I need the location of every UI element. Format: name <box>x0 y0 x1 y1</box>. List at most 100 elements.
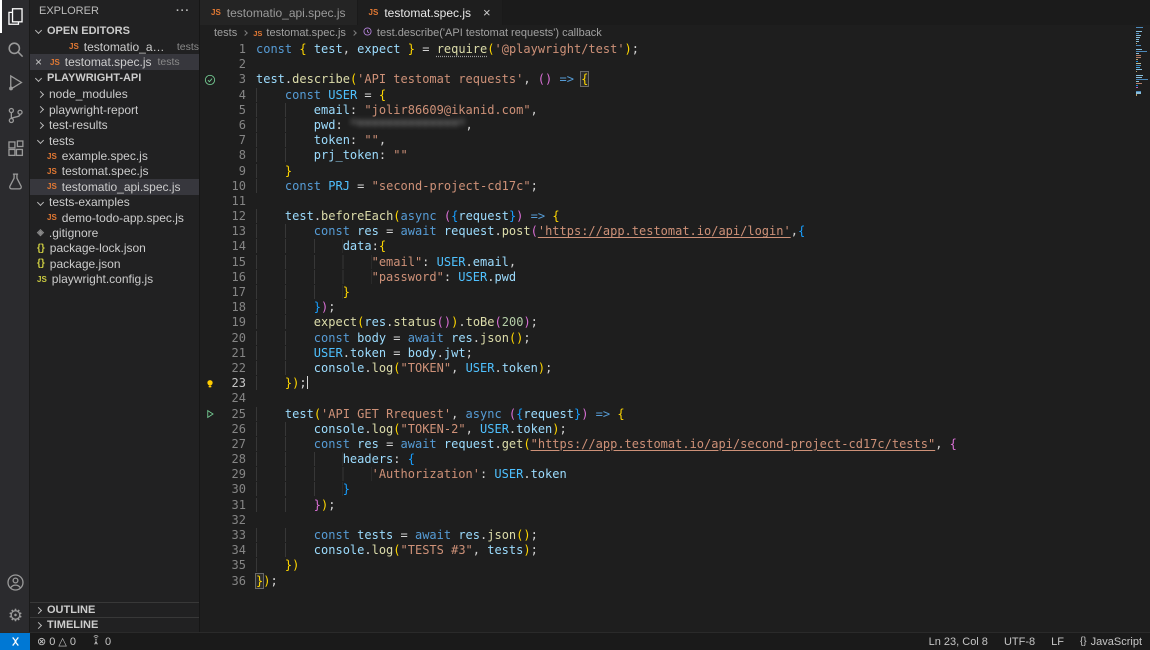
code-line[interactable]: 31 }); <box>200 498 1150 513</box>
line-number[interactable]: 9 <box>220 164 246 179</box>
code-line[interactable]: 29 'Authorization': USER.token <box>200 467 1150 482</box>
minimap[interactable] <box>1136 27 1149 98</box>
code-line[interactable]: 18 }); <box>200 300 1150 315</box>
language-mode[interactable]: {}JavaScript <box>1072 633 1150 650</box>
file-item[interactable]: {}package.json <box>30 256 199 271</box>
remote-indicator[interactable] <box>0 633 30 650</box>
code-line[interactable]: 1const { test, expect } = require('@play… <box>200 42 1150 57</box>
code-line[interactable]: 24 <box>200 391 1150 406</box>
line-number[interactable]: 25 <box>220 407 246 422</box>
code-line[interactable]: 35 }) <box>200 558 1150 573</box>
problems-indicator[interactable]: ⊗0△0 <box>30 633 83 650</box>
code-line[interactable]: 11 <box>200 194 1150 209</box>
file-item[interactable]: ◈.gitignore <box>30 225 199 240</box>
code-line[interactable]: 26 console.log("TOKEN-2", USER.token); <box>200 422 1150 437</box>
line-number[interactable]: 30 <box>220 482 246 497</box>
line-number[interactable]: 20 <box>220 331 246 346</box>
explorer-icon[interactable] <box>0 0 29 33</box>
line-number[interactable]: 7 <box>220 133 246 148</box>
close-icon[interactable]: × <box>483 5 491 20</box>
line-number[interactable]: 16 <box>220 270 246 285</box>
project-header[interactable]: PLAYWRIGHT-API <box>30 70 199 87</box>
more-actions-icon[interactable]: ··· <box>176 5 190 17</box>
folder-item[interactable]: playwright-report <box>30 102 199 117</box>
code-line[interactable]: 13 const res = await request.post('https… <box>200 224 1150 239</box>
line-number[interactable]: 6 <box>220 118 246 133</box>
line-number[interactable]: 28 <box>220 452 246 467</box>
file-item[interactable]: JStestomat.spec.js <box>30 164 199 179</box>
editor-tab[interactable]: JStestomatio_api.spec.js <box>200 0 358 25</box>
line-number[interactable]: 15 <box>220 255 246 270</box>
line-number[interactable]: 14 <box>220 239 246 254</box>
code-line[interactable]: 9 } <box>200 164 1150 179</box>
line-number[interactable]: 13 <box>220 224 246 239</box>
cursor-position[interactable]: Ln 23, Col 8 <box>921 633 996 650</box>
code-line[interactable]: 19 expect(res.status()).toBe(200); <box>200 315 1150 330</box>
line-number[interactable]: 27 <box>220 437 246 452</box>
line-number[interactable]: 24 <box>220 391 246 406</box>
file-item[interactable]: JSplaywright.config.js <box>30 271 199 286</box>
code-line[interactable]: 21 USER.token = body.jwt; <box>200 346 1150 361</box>
editor-tab[interactable]: JStestomat.spec.js× <box>358 0 503 25</box>
line-number[interactable]: 34 <box>220 543 246 558</box>
line-number[interactable]: 31 <box>220 498 246 513</box>
line-number[interactable]: 23 <box>220 376 246 391</box>
source-control-icon[interactable] <box>0 99 29 132</box>
code-line[interactable]: 34 console.log("TESTS #3", tests); <box>200 543 1150 558</box>
code-line[interactable]: 23 }); <box>200 376 1150 391</box>
code-line[interactable]: 15 "email": USER.email, <box>200 255 1150 270</box>
code-line[interactable]: 33 const tests = await res.json(); <box>200 528 1150 543</box>
line-number[interactable]: 29 <box>220 467 246 482</box>
line-number[interactable]: 11 <box>220 194 246 209</box>
open-editors-header[interactable]: OPEN EDITORS <box>30 22 199 39</box>
code-line[interactable]: 20 const body = await res.json(); <box>200 331 1150 346</box>
code-line[interactable]: 2 <box>200 57 1150 72</box>
line-number[interactable]: 36 <box>220 574 246 589</box>
open-editor-item[interactable]: ×JStestomat.spec.jstests <box>30 54 199 69</box>
timeline-header[interactable]: TIMELINE <box>30 617 199 632</box>
account-icon[interactable] <box>0 566 29 599</box>
code-line[interactable]: 36}); <box>200 574 1150 589</box>
folder-item[interactable]: tests <box>30 133 199 148</box>
code-line[interactable]: 25 test('API GET Rrequest', async ({requ… <box>200 407 1150 422</box>
line-number[interactable]: 26 <box>220 422 246 437</box>
line-number[interactable]: 4 <box>220 88 246 103</box>
folder-item[interactable]: node_modules <box>30 87 199 102</box>
line-number[interactable]: 3 <box>220 72 246 87</box>
file-item[interactable]: {}package-lock.json <box>30 241 199 256</box>
open-editor-item[interactable]: JStestomatio_api.spec.jstests <box>30 39 199 54</box>
code-line[interactable]: 3test.describe('API testomat requests', … <box>200 72 1150 87</box>
run-debug-icon[interactable] <box>0 66 29 99</box>
code-line[interactable]: 32 <box>200 513 1150 528</box>
file-item[interactable]: JSexample.spec.js <box>30 148 199 163</box>
search-icon[interactable] <box>0 33 29 66</box>
line-number[interactable]: 22 <box>220 361 246 376</box>
code-line[interactable]: 4 const USER = { <box>200 88 1150 103</box>
code-line[interactable]: 30 } <box>200 482 1150 497</box>
close-icon[interactable]: × <box>35 55 47 69</box>
breadcrumb-item[interactable]: test.describe('API testomat requests') c… <box>362 26 602 40</box>
folder-item[interactable]: test-results <box>30 118 199 133</box>
line-number[interactable]: 35 <box>220 558 246 573</box>
lightbulb-icon[interactable] <box>200 376 220 391</box>
code-line[interactable]: 5 email: "jolir86609@ikanid.com", <box>200 103 1150 118</box>
line-number[interactable]: 2 <box>220 57 246 72</box>
line-number[interactable]: 17 <box>220 285 246 300</box>
line-number[interactable]: 8 <box>220 148 246 163</box>
encoding[interactable]: UTF-8 <box>996 633 1043 650</box>
line-number[interactable]: 5 <box>220 103 246 118</box>
file-item[interactable]: JSdemo-todo-app.spec.js <box>30 210 199 225</box>
settings-icon[interactable]: ⚙ <box>0 599 29 632</box>
extensions-icon[interactable] <box>0 132 29 165</box>
code-line[interactable]: 14 data:{ <box>200 239 1150 254</box>
outline-header[interactable]: OUTLINE <box>30 602 199 617</box>
ports-indicator[interactable]: 0 <box>83 633 118 650</box>
folder-item[interactable]: tests-examples <box>30 195 199 210</box>
line-number[interactable]: 1 <box>220 42 246 57</box>
breadcrumb-item[interactable]: JStestomat.spec.js <box>253 27 346 39</box>
testing-icon[interactable] <box>0 165 29 198</box>
code-editor[interactable]: 1const { test, expect } = require('@play… <box>200 41 1150 632</box>
file-item[interactable]: JStestomatio_api.spec.js <box>30 179 199 194</box>
code-line[interactable]: 7 token: "", <box>200 133 1150 148</box>
eol[interactable]: LF <box>1043 633 1072 650</box>
